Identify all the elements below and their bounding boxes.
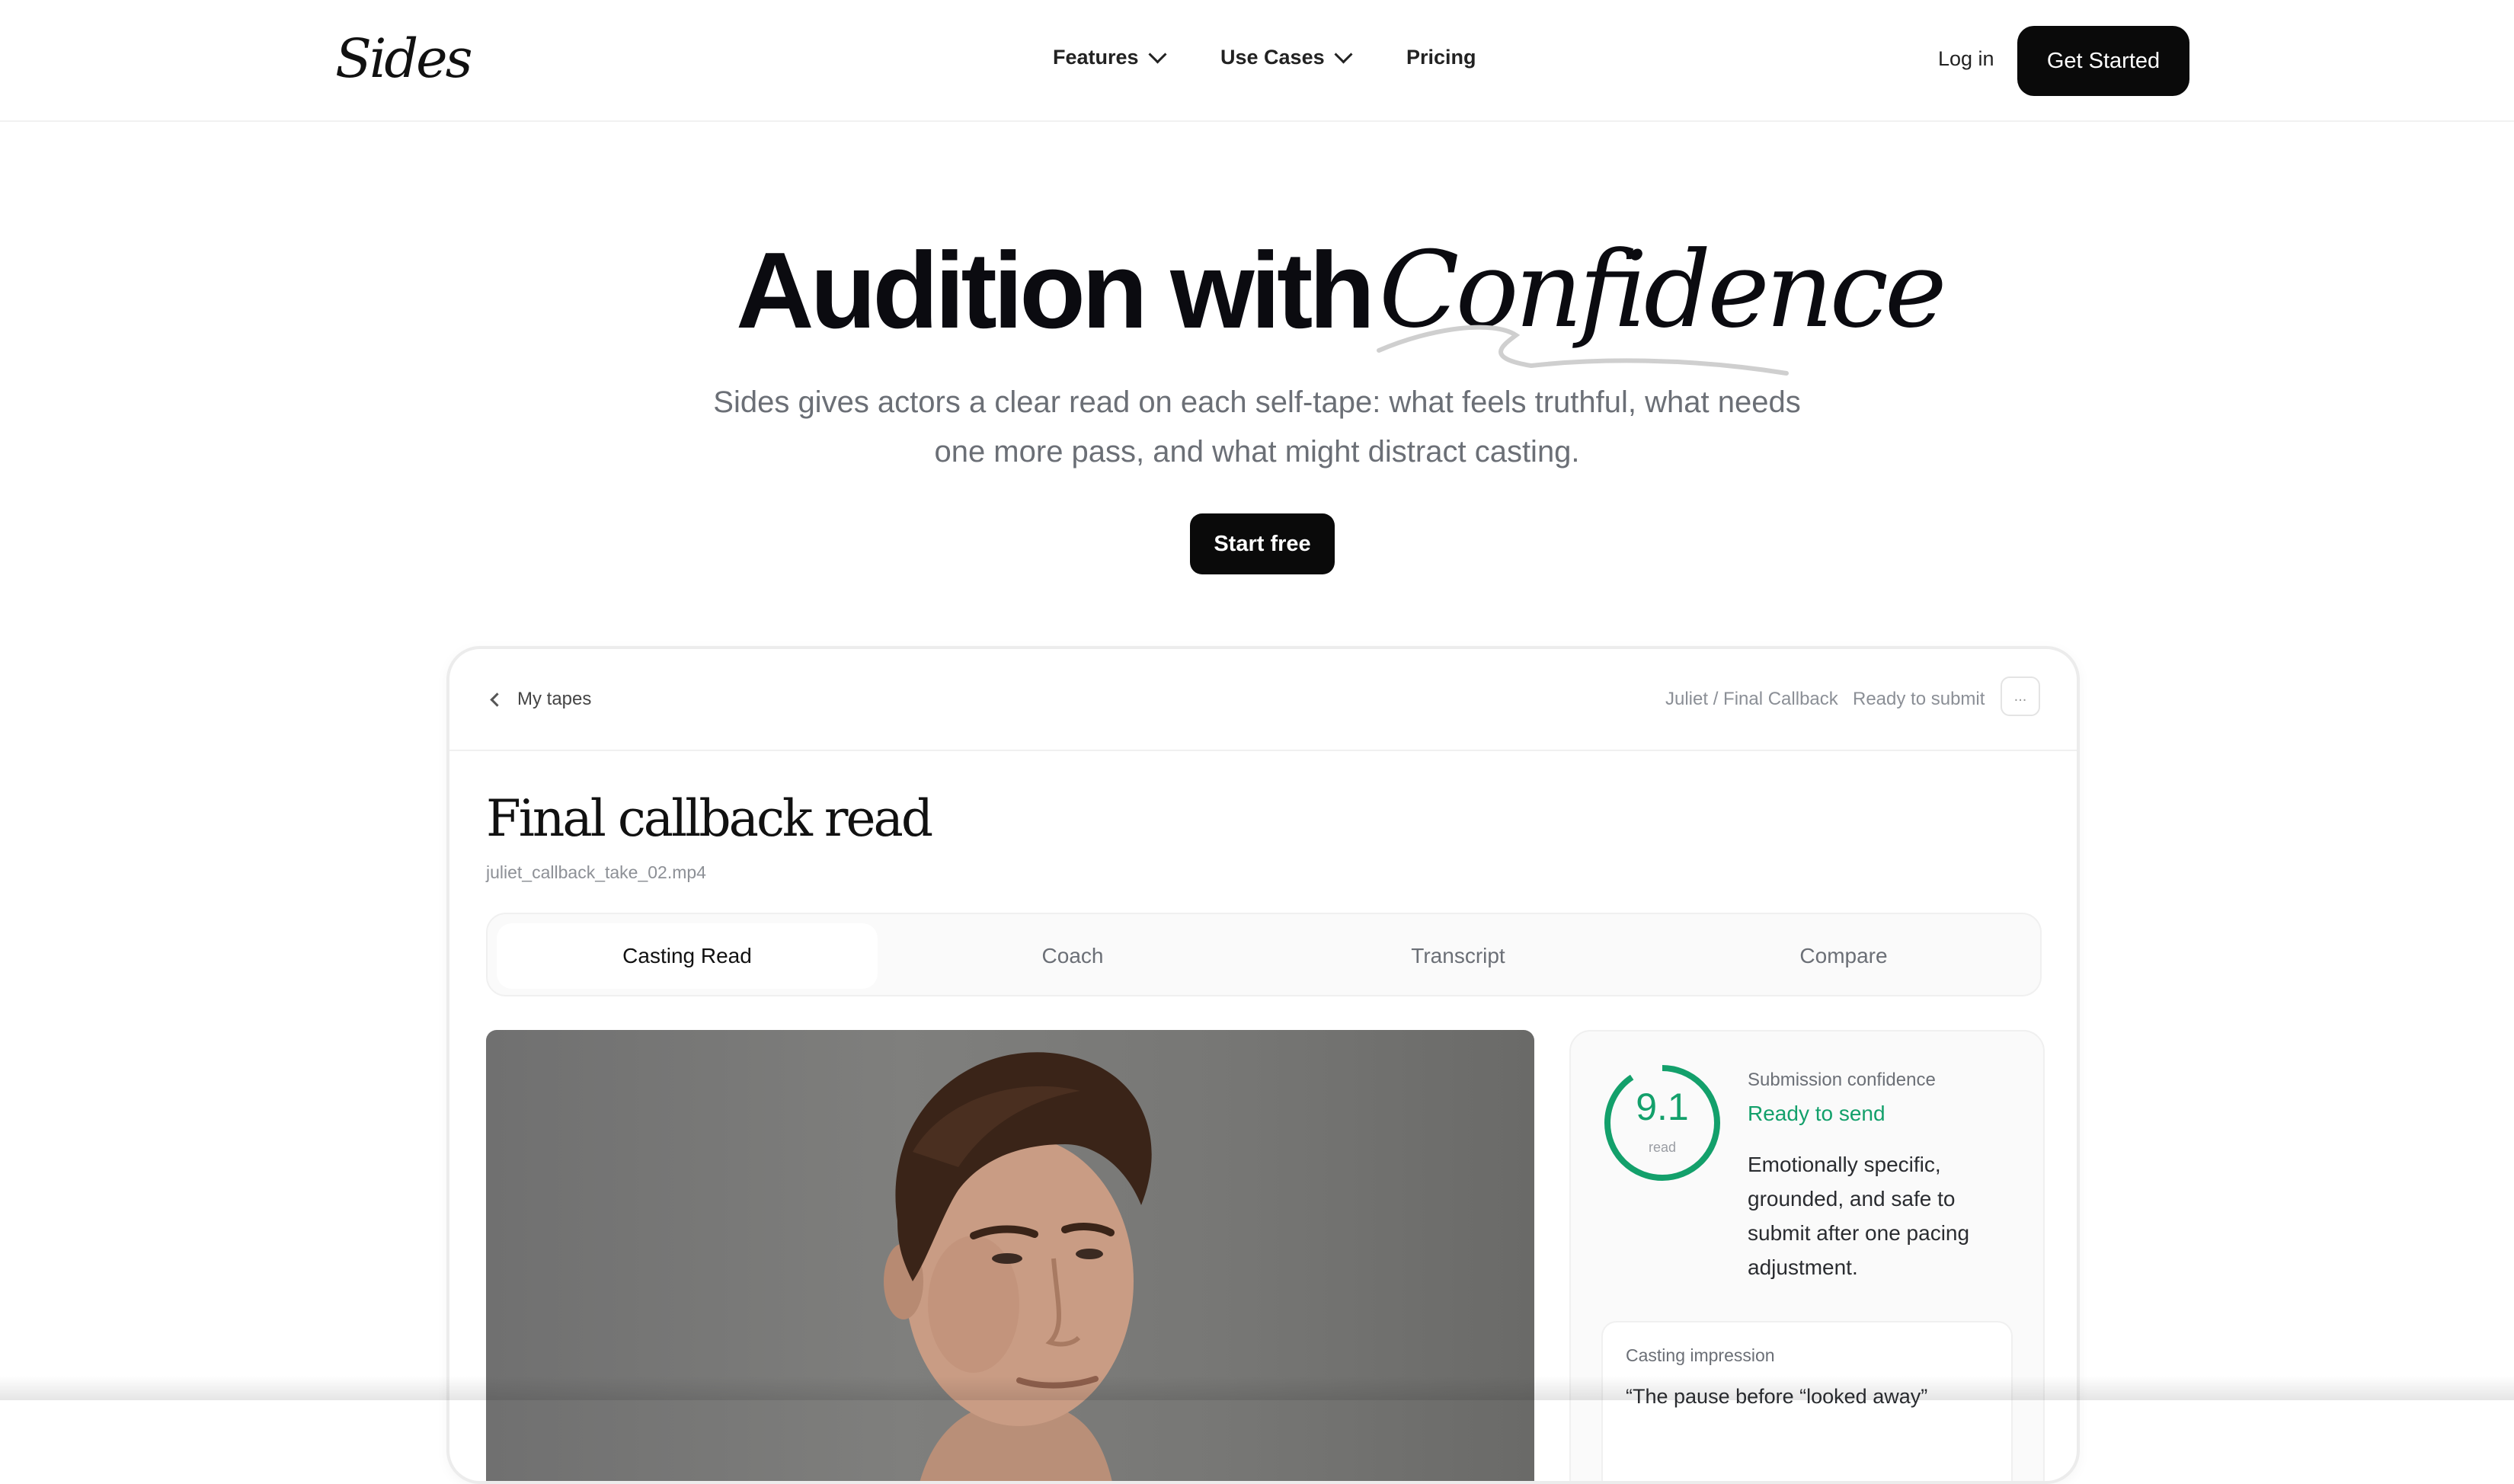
confidence-panel: 9.1 read Submission confidence Ready to … bbox=[1569, 1030, 2045, 1481]
confidence-value: Ready to send bbox=[1748, 1102, 1886, 1125]
confidence-label: Submission confidence bbox=[1748, 1070, 1936, 1090]
confidence-score-unit: read bbox=[1648, 1140, 1677, 1155]
window-bottom-edge bbox=[0, 1376, 2514, 1400]
app-toolbar: My tapes Juliet / Final Callback Ready t… bbox=[449, 649, 2077, 751]
nav-item-label: Use Cases bbox=[1220, 46, 1325, 69]
nav-item-features[interactable]: Features bbox=[1053, 45, 1167, 69]
nav-item-use-cases[interactable]: Use Cases bbox=[1220, 45, 1353, 69]
chevron-down-icon bbox=[1334, 45, 1353, 64]
video-player[interactable] bbox=[486, 1030, 1534, 1481]
start-free-button[interactable]: Start free bbox=[1190, 513, 1335, 574]
tab-coach[interactable]: Coach bbox=[882, 923, 1263, 989]
top-navigation: Sides Features Use Cases Pricing Log in … bbox=[0, 0, 2514, 122]
tape-title: Final callback read bbox=[486, 789, 933, 848]
nav-item-label: Pricing bbox=[1406, 46, 1476, 69]
nav-item-pricing[interactable]: Pricing bbox=[1406, 46, 1476, 69]
tab-bar: Casting Read Coach Transcript Compare bbox=[486, 913, 2042, 996]
hero-title: Audition with bbox=[736, 230, 1375, 351]
impression-label: Casting impression bbox=[1626, 1345, 1775, 1365]
chevron-left-icon bbox=[490, 692, 504, 707]
confidence-description: Emotionally specific, grounded, and safe… bbox=[1748, 1153, 1970, 1279]
tape-filename: juliet_callback_take_02.mp4 bbox=[486, 862, 706, 882]
logo[interactable]: Sides bbox=[335, 27, 472, 90]
breadcrumb: Juliet / Final Callback bbox=[1665, 689, 1838, 709]
back-to-tapes-link[interactable]: My tapes bbox=[490, 689, 592, 710]
actor-portrait-image bbox=[884, 1052, 1152, 1481]
get-started-button[interactable]: Get Started bbox=[2017, 26, 2189, 96]
more-options-button[interactable]: ... bbox=[2001, 676, 2040, 716]
tab-transcript[interactable]: Transcript bbox=[1268, 923, 1649, 989]
login-link[interactable]: Log in bbox=[1938, 47, 1994, 71]
chevron-down-icon bbox=[1148, 45, 1167, 64]
casting-impression-card: Casting impression “The pause before “lo… bbox=[1601, 1321, 2013, 1481]
status-text: Ready to submit bbox=[1853, 689, 1985, 709]
underline-swoosh-decoration bbox=[1377, 325, 1789, 376]
app-preview-card: My tapes Juliet / Final Callback Ready t… bbox=[446, 646, 2080, 1484]
tab-casting-read[interactable]: Casting Read bbox=[497, 923, 878, 989]
nav-item-label: Features bbox=[1053, 46, 1139, 69]
back-label: My tapes bbox=[517, 689, 592, 709]
confidence-score: 9.1 bbox=[1636, 1086, 1689, 1128]
hero-subtitle: Sides gives actors a clear read on each … bbox=[713, 385, 1801, 469]
tab-compare[interactable]: Compare bbox=[1653, 923, 2034, 989]
